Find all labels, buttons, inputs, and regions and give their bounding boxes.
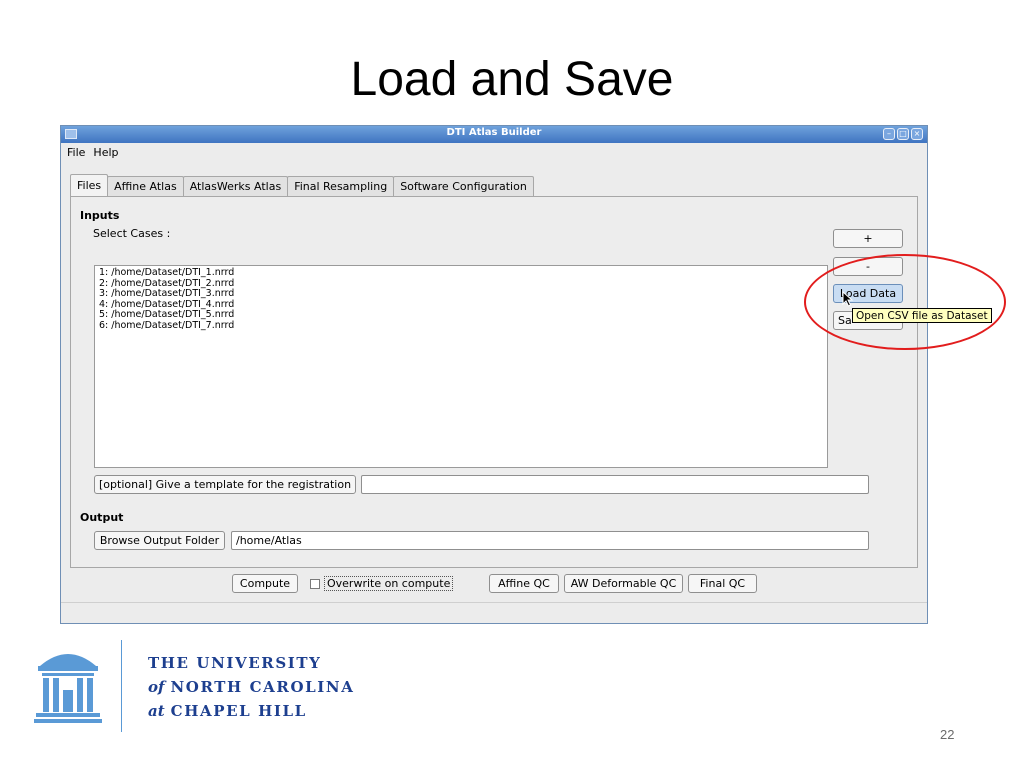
final-qc-button[interactable]: Final QC (688, 574, 757, 593)
template-button[interactable]: [optional] Give a template for the regis… (94, 475, 356, 494)
cases-list[interactable]: 1: /home/Dataset/DTI_1.nrrd 2: /home/Dat… (94, 265, 828, 468)
list-item[interactable]: 3: /home/Dataset/DTI_3.nrrd (99, 288, 823, 300)
select-cases-label: Select Cases : (93, 227, 171, 240)
page-number: 22 (940, 727, 955, 742)
university-line-1: THE UNIVERSITY (148, 654, 322, 672)
tab-bar: Files Affine Atlas AtlasWerks Atlas Fina… (70, 174, 534, 196)
overwrite-checkbox[interactable] (310, 579, 320, 589)
list-item[interactable]: 6: /home/Dataset/DTI_7.nrrd (99, 320, 823, 332)
tab-final-resampling[interactable]: Final Resampling (287, 176, 395, 196)
menu-help[interactable]: Help (93, 144, 118, 162)
status-bar (61, 602, 927, 624)
inputs-heading: Inputs (80, 209, 120, 222)
add-case-button[interactable]: + (833, 229, 903, 248)
tab-atlaswerks-atlas[interactable]: AtlasWerks Atlas (182, 176, 289, 196)
files-panel: Inputs Select Cases : 1: /home/Dataset/D… (70, 196, 918, 568)
app-window: DTI Atlas Builder – □ × File Help Files … (60, 125, 928, 624)
university-line-2: of NORTH CAROLINA (148, 678, 355, 696)
menubar: File Help (61, 144, 119, 162)
list-item[interactable]: 5: /home/Dataset/DTI_5.nrrd (99, 309, 823, 321)
menu-file[interactable]: File (67, 144, 85, 162)
minimize-icon[interactable]: – (883, 128, 895, 140)
tab-affine-atlas[interactable]: Affine Atlas (107, 176, 184, 196)
tab-software-configuration[interactable]: Software Configuration (393, 176, 534, 196)
slide-title: Load and Save (350, 53, 674, 106)
compute-button[interactable]: Compute (232, 574, 298, 593)
highlight-circle (804, 254, 1006, 350)
maximize-icon[interactable]: □ (897, 128, 909, 140)
university-line-3: at CHAPEL HILL (148, 702, 307, 720)
unc-old-well-logo (34, 654, 102, 723)
close-icon[interactable]: × (911, 128, 923, 140)
tab-files[interactable]: Files (70, 174, 109, 196)
overwrite-label[interactable]: Overwrite on compute (324, 576, 454, 591)
browse-output-button[interactable]: Browse Output Folder (94, 531, 225, 550)
aw-deformable-qc-button[interactable]: AW Deformable QC (564, 574, 683, 593)
window-titlebar[interactable]: DTI Atlas Builder – □ × (61, 126, 927, 143)
output-heading: Output (80, 511, 124, 524)
template-field[interactable] (361, 475, 869, 494)
output-folder-field[interactable]: /home/Atlas (231, 531, 869, 550)
window-title: DTI Atlas Builder (446, 127, 542, 138)
list-item[interactable]: 1: /home/Dataset/DTI_1.nrrd (99, 267, 823, 279)
logo-divider (121, 640, 122, 732)
affine-qc-button[interactable]: Affine QC (489, 574, 559, 593)
